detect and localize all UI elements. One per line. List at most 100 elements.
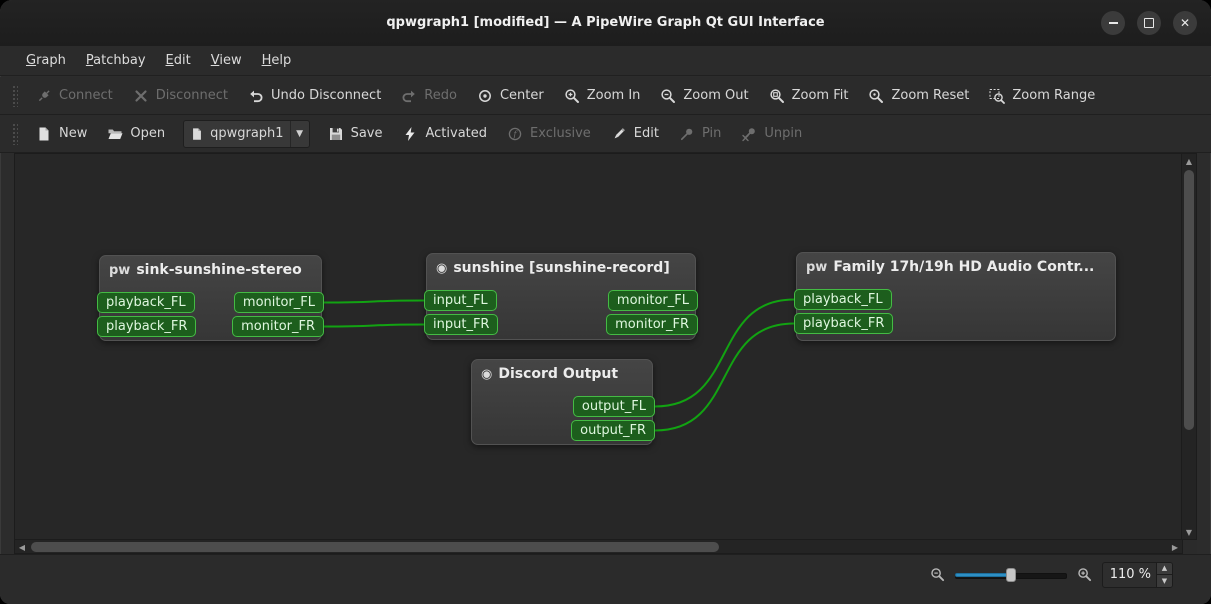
- menubar: Graph Patchbay Edit View Help: [0, 46, 1211, 76]
- chevron-down-icon: ▼: [289, 120, 309, 147]
- spin-down-button[interactable]: ▼: [1157, 575, 1172, 587]
- toolbar-grip[interactable]: [12, 122, 18, 145]
- disconnect-label: Disconnect: [155, 88, 228, 103]
- port-input_FL[interactable]: input_FL: [424, 290, 497, 311]
- port-playback_FL[interactable]: playback_FL: [97, 292, 195, 313]
- toolbar-grip[interactable]: [12, 84, 18, 107]
- open-label: Open: [130, 126, 166, 141]
- zoom-slider-handle[interactable]: [1006, 567, 1016, 582]
- connect-label: Connect: [59, 88, 113, 103]
- zoom-out-button[interactable]: Zoom Out: [650, 83, 758, 109]
- new-label: New: [59, 126, 88, 141]
- unpin-label: Unpin: [764, 126, 803, 141]
- zoom-fit-icon: [769, 88, 785, 104]
- node-title: Family 17h/19h HD Audio Contr...: [833, 259, 1095, 275]
- zoom-cluster: 110 % ▲ ▼: [930, 561, 1173, 588]
- pin-button[interactable]: Pin: [669, 121, 731, 147]
- vertical-scrollbar-thumb[interactable]: [1184, 170, 1194, 430]
- maximize-icon: [1144, 18, 1154, 28]
- window-controls: ✕: [1101, 11, 1197, 35]
- port-output_FL[interactable]: output_FL: [572, 396, 655, 417]
- new-file-icon: [36, 126, 52, 142]
- scroll-left-arrow[interactable]: ◀: [15, 540, 29, 554]
- vertical-scrollbar[interactable]: ▲ ▼: [1181, 154, 1196, 539]
- zoom-out-icon: [660, 88, 676, 104]
- zoom-fit-label: Zoom Fit: [791, 88, 849, 103]
- titlebar[interactable]: qpwgraph1 [modified] — A PipeWire Graph …: [0, 0, 1211, 47]
- connection-edges: [323, 298, 795, 432]
- exclusive-icon: f: [507, 126, 523, 142]
- scroll-up-arrow[interactable]: ▲: [1182, 154, 1196, 168]
- disconnect-button[interactable]: Disconnect: [123, 83, 238, 109]
- save-label: Save: [350, 126, 383, 141]
- unpin-button[interactable]: Unpin: [731, 121, 812, 147]
- minimize-button[interactable]: [1101, 11, 1125, 35]
- zoom-reset-button[interactable]: Zoom Reset: [858, 83, 979, 109]
- port-monitor_FR[interactable]: monitor_FR: [606, 314, 698, 335]
- port-monitor_FL[interactable]: monitor_FL: [607, 290, 698, 311]
- node-discord[interactable]: ◉ Discord Output output_FL output_FR: [471, 359, 655, 445]
- horizontal-scrollbar[interactable]: ◀ ▶: [14, 540, 1183, 554]
- menu-patchbay[interactable]: Patchbay: [76, 49, 156, 72]
- node-family[interactable]: pw Family 17h/19h HD Audio Contr... playba…: [794, 252, 1116, 341]
- patchbay-select[interactable]: qpwgraph1 ▼: [183, 119, 310, 148]
- scroll-down-arrow[interactable]: ▼: [1182, 525, 1196, 539]
- toolbar-graph: Connect Disconnect Undo Disconnect Redo …: [0, 77, 1211, 115]
- zoom-fit-button[interactable]: Zoom Fit: [759, 83, 859, 109]
- zoom-in-small-icon[interactable]: [1077, 567, 1092, 582]
- edit-button[interactable]: Edit: [601, 121, 669, 147]
- port-input_FR[interactable]: input_FR: [424, 314, 499, 335]
- horizontal-scrollbar-thumb[interactable]: [31, 542, 719, 552]
- node-sunshine[interactable]: ◉ sunshine [sunshine-record] input_FL input…: [424, 253, 698, 340]
- zoom-range-button[interactable]: Zoom Range: [979, 83, 1105, 109]
- connect-button[interactable]: Connect: [26, 83, 123, 109]
- redo-button[interactable]: Redo: [391, 83, 467, 109]
- port-output_FR[interactable]: output_FR: [571, 420, 655, 441]
- port-playback_FL[interactable]: playback_FL: [794, 289, 892, 310]
- open-button[interactable]: Open: [97, 121, 175, 147]
- new-button[interactable]: New: [26, 121, 97, 147]
- zoom-value: 110 %: [1109, 567, 1151, 582]
- center-icon: [477, 88, 493, 104]
- scroll-right-arrow[interactable]: ▶: [1168, 540, 1182, 554]
- node-title: sunshine [sunshine-record]: [453, 260, 670, 276]
- redo-label: Redo: [424, 88, 457, 103]
- maximize-button[interactable]: [1137, 11, 1161, 35]
- menu-view[interactable]: View: [201, 49, 252, 72]
- patchbay-file-icon: [190, 127, 204, 141]
- menu-graph[interactable]: Graph: [16, 49, 76, 72]
- disconnect-icon: [133, 88, 149, 104]
- port-monitor_FR[interactable]: monitor_FR: [232, 316, 324, 337]
- center-button[interactable]: Center: [467, 83, 554, 109]
- node-sink[interactable]: pw sink-sunshine-stereo playback_FL playbac…: [97, 255, 324, 341]
- port-monitor_FL[interactable]: monitor_FL: [233, 292, 324, 313]
- port-playback_FR[interactable]: playback_FR: [794, 313, 894, 334]
- activated-button[interactable]: Activated: [392, 121, 497, 147]
- zoom-out-label: Zoom Out: [683, 88, 749, 103]
- window-title: qpwgraph1 [modified] — A PipeWire Graph …: [386, 15, 825, 30]
- zoom-out-small-icon[interactable]: [930, 567, 945, 582]
- zoom-range-icon: [989, 88, 1006, 104]
- statusbar: 110 % ▲ ▼: [0, 554, 1211, 604]
- open-folder-icon: [107, 126, 123, 142]
- menu-edit[interactable]: Edit: [156, 49, 201, 72]
- undo-disconnect-button[interactable]: Undo Disconnect: [238, 83, 391, 109]
- patchbay-select-value: qpwgraph1: [210, 126, 284, 141]
- zoom-in-icon: [564, 88, 580, 104]
- graph-canvas[interactable]: pw sink-sunshine-stereo playback_FL playbac…: [15, 154, 1181, 539]
- activated-bolt-icon: [402, 126, 418, 142]
- spin-up-button[interactable]: ▲: [1157, 562, 1172, 575]
- hscroll-row: ◀ ▶: [14, 540, 1197, 554]
- exclusive-button[interactable]: f Exclusive: [497, 121, 601, 147]
- undo-disconnect-label: Undo Disconnect: [270, 88, 382, 103]
- zoom-spinbox[interactable]: 110 % ▲ ▼: [1102, 561, 1173, 588]
- close-button[interactable]: ✕: [1173, 11, 1197, 35]
- app-window: qpwgraph1 [modified] — A PipeWire Graph …: [0, 0, 1211, 604]
- menu-help[interactable]: Help: [252, 49, 302, 72]
- port-playback_FR[interactable]: playback_FR: [97, 316, 197, 337]
- zoom-in-button[interactable]: Zoom In: [554, 83, 651, 109]
- save-button[interactable]: Save: [318, 121, 393, 147]
- zoom-slider[interactable]: [955, 567, 1067, 583]
- toolbar-file: New Open qpwgraph1 ▼ Save Activated f Ex…: [0, 115, 1211, 153]
- center-label: Center: [499, 88, 544, 103]
